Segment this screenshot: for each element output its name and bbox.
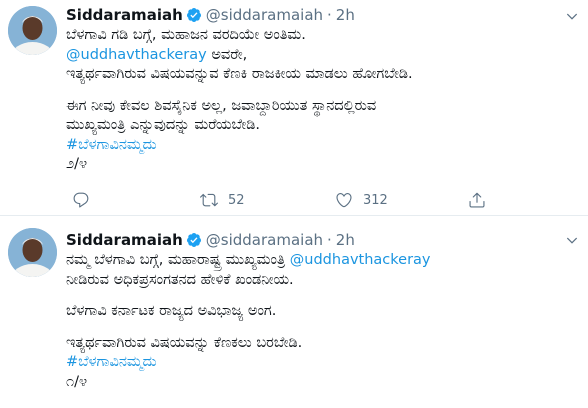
text-line: ನಮ್ಮ ಬೆಳಗಾವಿ ಬಗ್ಗೆ, ಮಹಾರಾಷ್ಟ್ರ ಮುಖ್ಯಮಂತ್…	[66, 251, 576, 271]
separator-dot: ·	[327, 231, 332, 249]
text-line: ಈಗ ನೀವು ಕೇವಲ ಶಿವಸೈನಿಕ ಅಲ್ಲ, ಜವಾಬ್ದಾರಿಯುತ…	[66, 97, 377, 114]
tweet[interactable]: Siddaramaiah @siddaramaiah · 2h ನಮ್ಮ ಬೆಳ…	[0, 216, 588, 408]
reply-icon	[73, 192, 89, 208]
like-count: 312	[363, 192, 388, 208]
retweet-button[interactable]: 52	[200, 191, 245, 209]
verified-badge-icon	[186, 232, 202, 248]
author-name[interactable]: Siddaramaiah	[66, 6, 183, 24]
tweet-text: ನಮ್ಮ ಬೆಳಗಾವಿ ಬಗ್ಗೆ, ಮಹಾರಾಷ್ಟ್ರ ಮುಖ್ಯಮಂತ್…	[66, 251, 576, 392]
hashtag-link[interactable]: #ಬೆಳಗಾವಿನಮ್ಮದು	[66, 136, 576, 156]
thread-counter: ೨/೪	[66, 156, 88, 172]
heart-icon	[336, 193, 352, 208]
retweet-icon	[200, 193, 218, 207]
retweet-count: 52	[228, 192, 245, 208]
share-icon	[469, 192, 485, 208]
mention-link[interactable]: @uddhavthackeray	[66, 47, 207, 63]
text-line: ಇತ್ಯರ್ಥವಾಗಿರುವ ವಿಷಯವನ್ನುವ ಕೆಣಕಿ ರಾಜಕೀಯ ಮ…	[66, 66, 413, 82]
separator-dot: ·	[327, 6, 332, 24]
text-fragment: ನಮ್ಮ ಬೆಳಗಾವಿ ಬಗ್ಗೆ, ಮಹಾರಾಷ್ಟ್ರ ಮುಖ್ಯಮಂತ್…	[66, 252, 290, 268]
text-fragment: ಅವರೇ,	[206, 46, 248, 63]
tweet-header: Siddaramaiah @siddaramaiah · 2h	[66, 229, 355, 251]
timestamp[interactable]: 2h	[336, 231, 355, 249]
mention-link[interactable]: @uddhavthackeray	[290, 252, 431, 268]
tweet[interactable]: Siddaramaiah @siddaramaiah · 2h ಬೆಳಗಾವಿ …	[0, 0, 588, 216]
text-line: ಇತ್ಯರ್ಥವಾಗಿರುವ ವಿಷಯವನ್ನು ಕೆಣಕಲು ಬರಬೇಡಿ.	[66, 334, 303, 351]
text-line: ಬೆಳಗಾವಿ ಗಡಿ ಬಗ್ಗೆ, ಮಹಾಜನ ವರದಿಯೇ ಅಂತಿಮ.	[66, 27, 306, 43]
mention-line: @uddhavthackeray ಅವರೇ,	[66, 46, 576, 66]
like-button[interactable]: 312	[335, 191, 388, 209]
chevron-down-icon[interactable]	[565, 233, 579, 247]
hashtag-link[interactable]: #ಬೆಳಗಾವಿನಮ್ಮದು	[66, 353, 576, 373]
share-button[interactable]	[468, 191, 486, 209]
author-name[interactable]: Siddaramaiah	[66, 231, 183, 249]
avatar[interactable]	[8, 6, 57, 55]
verified-badge-icon	[186, 7, 202, 23]
author-handle[interactable]: @siddaramaiah	[206, 6, 323, 24]
text-line: ಮುಖ್ಯಮಂತ್ರಿ ಎನ್ನುವುದನ್ನು ಮರೆಯಬೇಡಿ.	[66, 117, 260, 133]
text-line: ನೀಡಿರುವ ಅಧಿಕಪ್ರಸಂಗತನದ ಹೇಳಿಕೆ ಖಂಡನೀಯ.	[66, 271, 294, 288]
text-line: ಬೆಳಗಾವಿ ಕರ್ನಾಟಕ ರಾಜ್ಯದ ಅವಿಭಾಜ್ಯ ಅಂಗ.	[66, 303, 277, 319]
tweet-text: ಬೆಳಗಾವಿ ಗಡಿ ಬಗ್ಗೆ, ಮಹಾಜನ ವರದಿಯೇ ಅಂತಿಮ. @…	[66, 26, 576, 175]
chevron-down-icon[interactable]	[565, 9, 579, 23]
timestamp[interactable]: 2h	[336, 6, 355, 24]
reply-button[interactable]	[72, 191, 100, 209]
avatar[interactable]	[8, 228, 57, 277]
thread-counter: ೧/೪	[66, 373, 88, 390]
tweet-header: Siddaramaiah @siddaramaiah · 2h	[66, 4, 355, 26]
author-handle[interactable]: @siddaramaiah	[206, 231, 323, 249]
